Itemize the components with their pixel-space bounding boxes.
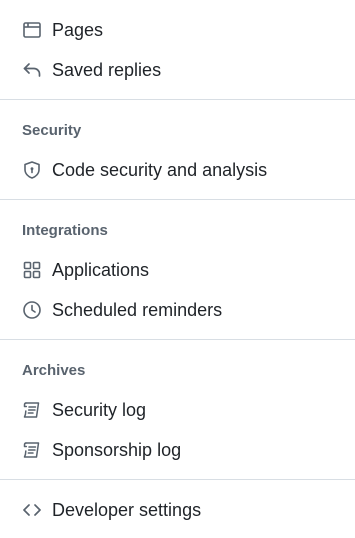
reply-icon <box>22 60 42 80</box>
log-icon <box>22 400 42 420</box>
sidebar-item-developer-settings[interactable]: Developer settings <box>0 490 355 530</box>
sidebar-item-saved-replies[interactable]: Saved replies <box>0 50 355 90</box>
section-heading-archives: Archives <box>22 362 86 379</box>
sidebar-item-label: Saved replies <box>52 60 162 80</box>
sidebar-item-applications[interactable]: Applications <box>0 250 355 290</box>
sidebar-item-label: Pages <box>52 20 104 40</box>
section-heading-integrations: Integrations <box>22 222 108 239</box>
sidebar-item-pages[interactable]: Pages <box>0 10 355 50</box>
sidebar-item-label: Scheduled reminders <box>52 300 223 320</box>
log-icon <box>22 440 42 460</box>
section-divider <box>0 339 355 340</box>
sidebar-item-label: Developer settings <box>52 500 202 520</box>
section-heading-security: Security <box>22 122 82 139</box>
browser-icon <box>22 20 42 40</box>
sidebar-item-code-security[interactable]: Code security and analysis <box>0 150 355 190</box>
sidebar-item-label: Applications <box>52 260 150 280</box>
sidebar-item-label: Code security and analysis <box>52 160 268 180</box>
sidebar-item-security-log[interactable]: Security log <box>0 390 355 430</box>
code-icon <box>22 500 42 520</box>
sidebar-item-scheduled-reminders[interactable]: Scheduled reminders <box>0 290 355 330</box>
sidebar-item-label: Security log <box>52 400 147 420</box>
sidebar-item-label: Sponsorship log <box>52 440 182 460</box>
settings-sidebar-nav: Pages Saved replies Security Code securi… <box>0 0 355 538</box>
apps-icon <box>22 260 42 280</box>
section-divider <box>0 99 355 100</box>
shield-lock-icon <box>22 160 42 180</box>
sidebar-item-sponsorship-log[interactable]: Sponsorship log <box>0 430 355 470</box>
clock-icon <box>22 300 42 320</box>
section-divider <box>0 479 355 480</box>
section-divider <box>0 199 355 200</box>
